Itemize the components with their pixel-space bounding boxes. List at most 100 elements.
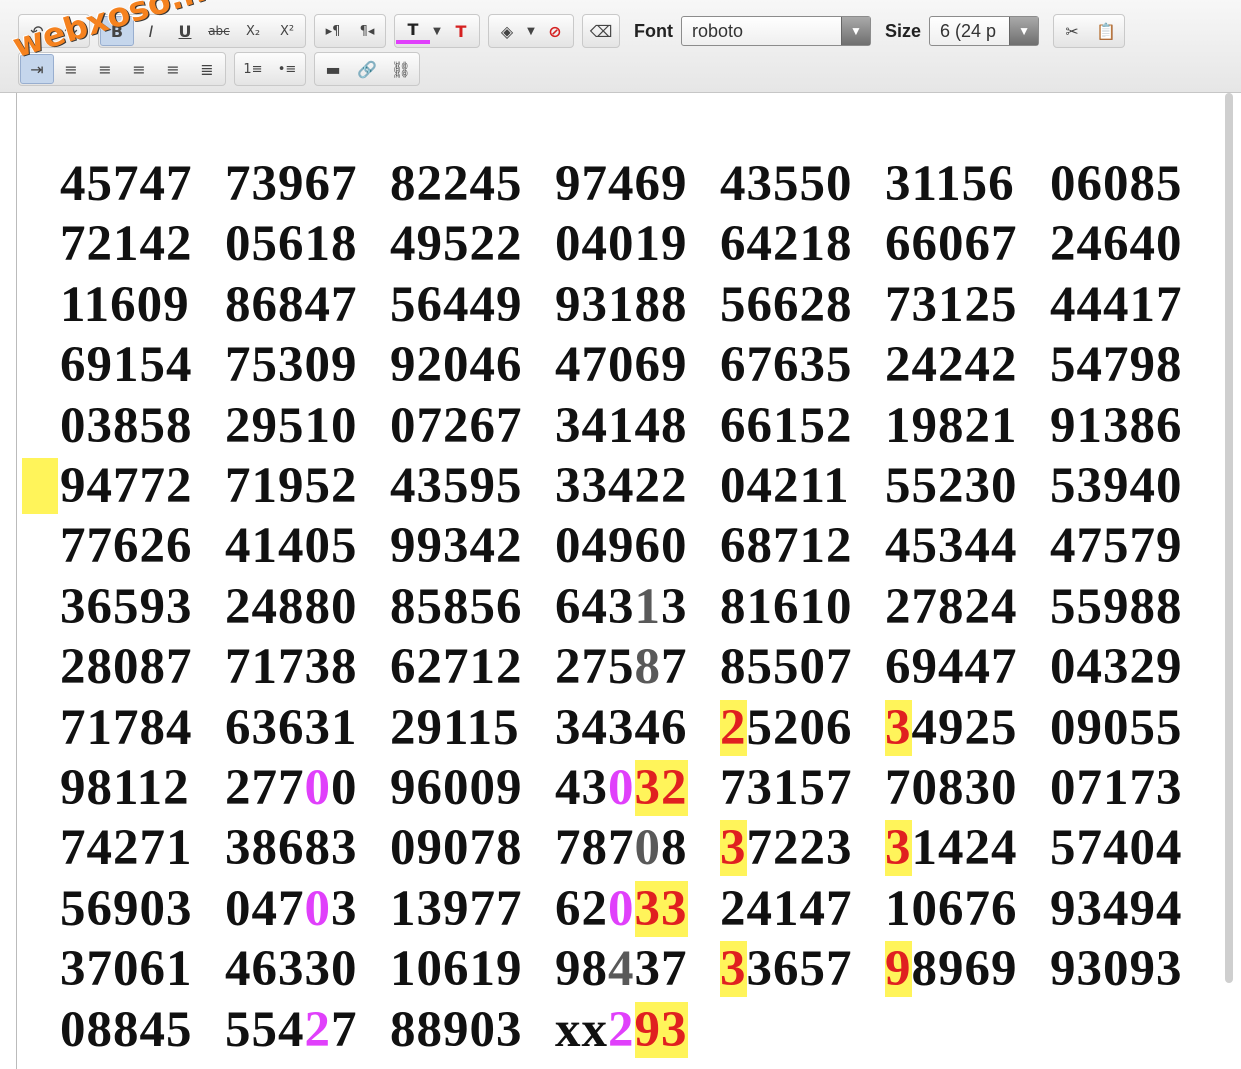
- number-cell: 81610: [720, 579, 853, 635]
- number-digit: 5: [251, 1002, 278, 1058]
- number-digit: 7: [278, 760, 305, 816]
- number-cell: 07173: [1050, 760, 1183, 816]
- number-cell: 70830: [885, 760, 1018, 816]
- rtl-button[interactable]: ¶◂: [350, 16, 384, 46]
- number-cell: 07267: [390, 398, 523, 454]
- no-fill-icon[interactable]: ⊘: [538, 16, 572, 46]
- number-digit: 0: [304, 760, 331, 816]
- font-select-value: roboto: [691, 20, 744, 41]
- number-cell: 46330: [225, 941, 358, 997]
- number-digit: 0: [608, 760, 635, 816]
- strikethrough-button[interactable]: abc: [202, 16, 236, 46]
- number-digit: 7: [331, 1002, 358, 1058]
- number-digit: 9: [991, 941, 1018, 997]
- align-center-icon[interactable]: ≡: [88, 54, 122, 84]
- number-cell: 04703: [225, 881, 358, 937]
- editor-toolbar: ↶ ↷ B I U abc X₂ X² ▸¶ ¶◂ T ▼ T ◈ ▼ ⊘ ⌫ …: [0, 0, 1241, 93]
- number-cell: 73125: [885, 277, 1018, 333]
- number-cell: 29510: [225, 398, 358, 454]
- align-left-icon[interactable]: ≡: [54, 54, 88, 84]
- justify-all-icon[interactable]: ≣: [190, 54, 224, 84]
- number-cell: 25206: [720, 700, 853, 756]
- number-cell: 56628: [720, 277, 853, 333]
- fill-group: ◈ ▼ ⊘: [488, 14, 574, 48]
- number-cell: 34925: [885, 700, 1018, 756]
- number-digit: 0: [799, 700, 826, 756]
- paste-icon[interactable]: 📋: [1089, 16, 1123, 46]
- number-digit: 0: [634, 820, 661, 876]
- number-cell: 28087: [60, 639, 193, 695]
- number-cell: 45747: [60, 156, 193, 212]
- number-digit: 9: [938, 941, 965, 997]
- number-digit: 9: [555, 941, 582, 997]
- number-cell: 64218: [720, 216, 853, 272]
- remove-text-color-button[interactable]: T: [444, 16, 478, 46]
- number-cell: 98437: [555, 941, 688, 997]
- align-group: ⇥ ≡ ≡ ≡ ≡ ≣: [18, 52, 226, 86]
- number-cell: 04211: [720, 458, 850, 514]
- link-icon[interactable]: 🔗: [350, 54, 384, 84]
- number-digit: 7: [661, 941, 688, 997]
- number-digit: 0: [304, 881, 331, 937]
- font-select[interactable]: roboto ▼: [680, 16, 871, 46]
- number-cell: 73157: [720, 760, 853, 816]
- number-digit: 4: [278, 1002, 305, 1058]
- cut-icon[interactable]: ✂: [1055, 16, 1089, 46]
- size-select[interactable]: 6 (24 p ▼: [929, 16, 1040, 46]
- number-digit: 3: [746, 941, 773, 997]
- number-digit: 3: [634, 941, 661, 997]
- number-digit: 3: [634, 881, 661, 937]
- number-cell: 49522: [390, 216, 523, 272]
- number-cell: 93188: [555, 277, 688, 333]
- align-right-icon[interactable]: ≡: [122, 54, 156, 84]
- number-digit: 2: [661, 760, 688, 816]
- number-digit: 2: [964, 820, 991, 876]
- number-digit: 2: [304, 1002, 331, 1058]
- chevron-down-icon[interactable]: ▼: [840, 17, 870, 45]
- number-cell: 41405: [225, 518, 358, 574]
- number-cell: 62712: [390, 639, 523, 695]
- number-cell: 57404: [1050, 820, 1183, 876]
- horizontal-rule-icon[interactable]: ▬: [316, 54, 350, 84]
- fill-color-icon[interactable]: ◈: [490, 16, 524, 46]
- number-cell: 05618: [225, 216, 358, 272]
- chevron-down-icon[interactable]: ▼: [1009, 17, 1039, 45]
- ltr-button[interactable]: ▸¶: [316, 16, 350, 46]
- subscript-button[interactable]: X₂: [236, 16, 270, 46]
- fill-color-dropdown-icon[interactable]: ▼: [524, 16, 538, 46]
- number-cell: 93093: [1050, 941, 1183, 997]
- font-label: Font: [634, 20, 673, 41]
- unlink-icon[interactable]: ⛓: [384, 54, 418, 84]
- number-digit: 3: [826, 820, 853, 876]
- text-color-button[interactable]: T: [396, 18, 430, 44]
- justify-icon[interactable]: ≡: [156, 54, 190, 84]
- number-cell: 93494: [1050, 881, 1183, 937]
- number-digit: 7: [251, 760, 278, 816]
- vertical-scrollbar[interactable]: [1225, 93, 1233, 983]
- number-cell: 45344: [885, 518, 1018, 574]
- number-cell: 04960: [555, 518, 688, 574]
- number-cell: 19821: [885, 398, 1018, 454]
- number-cell: 55427: [225, 1002, 358, 1058]
- number-digit: 6: [555, 881, 582, 937]
- size-label: Size: [884, 20, 922, 41]
- number-cell: 69447: [885, 639, 1018, 695]
- underline-button[interactable]: U: [168, 16, 202, 46]
- eraser-icon[interactable]: ⌫: [584, 16, 618, 46]
- number-cell: 24880: [225, 579, 358, 635]
- number-digit: 7: [746, 820, 773, 876]
- number-cell: 10619: [390, 941, 523, 997]
- number-cell: 88903: [390, 1002, 523, 1058]
- number-cell: 92046: [390, 337, 523, 393]
- number-cell: 44417: [1050, 277, 1183, 333]
- number-cell: 55230: [885, 458, 1018, 514]
- number-digit: 2: [581, 881, 608, 937]
- number-cell: 78708: [555, 820, 688, 876]
- toolbar-row-1: ↶ ↷ B I U abc X₂ X² ▸¶ ¶◂ T ▼ T ◈ ▼ ⊘ ⌫ …: [18, 14, 1133, 48]
- ordered-list-icon[interactable]: 1≡: [236, 54, 270, 84]
- superscript-button[interactable]: X²: [270, 16, 304, 46]
- number-cell: 99342: [390, 518, 523, 574]
- number-digit: 2: [608, 1002, 635, 1058]
- bullet-list-icon[interactable]: •≡: [270, 54, 304, 84]
- text-color-dropdown-icon[interactable]: ▼: [430, 16, 444, 46]
